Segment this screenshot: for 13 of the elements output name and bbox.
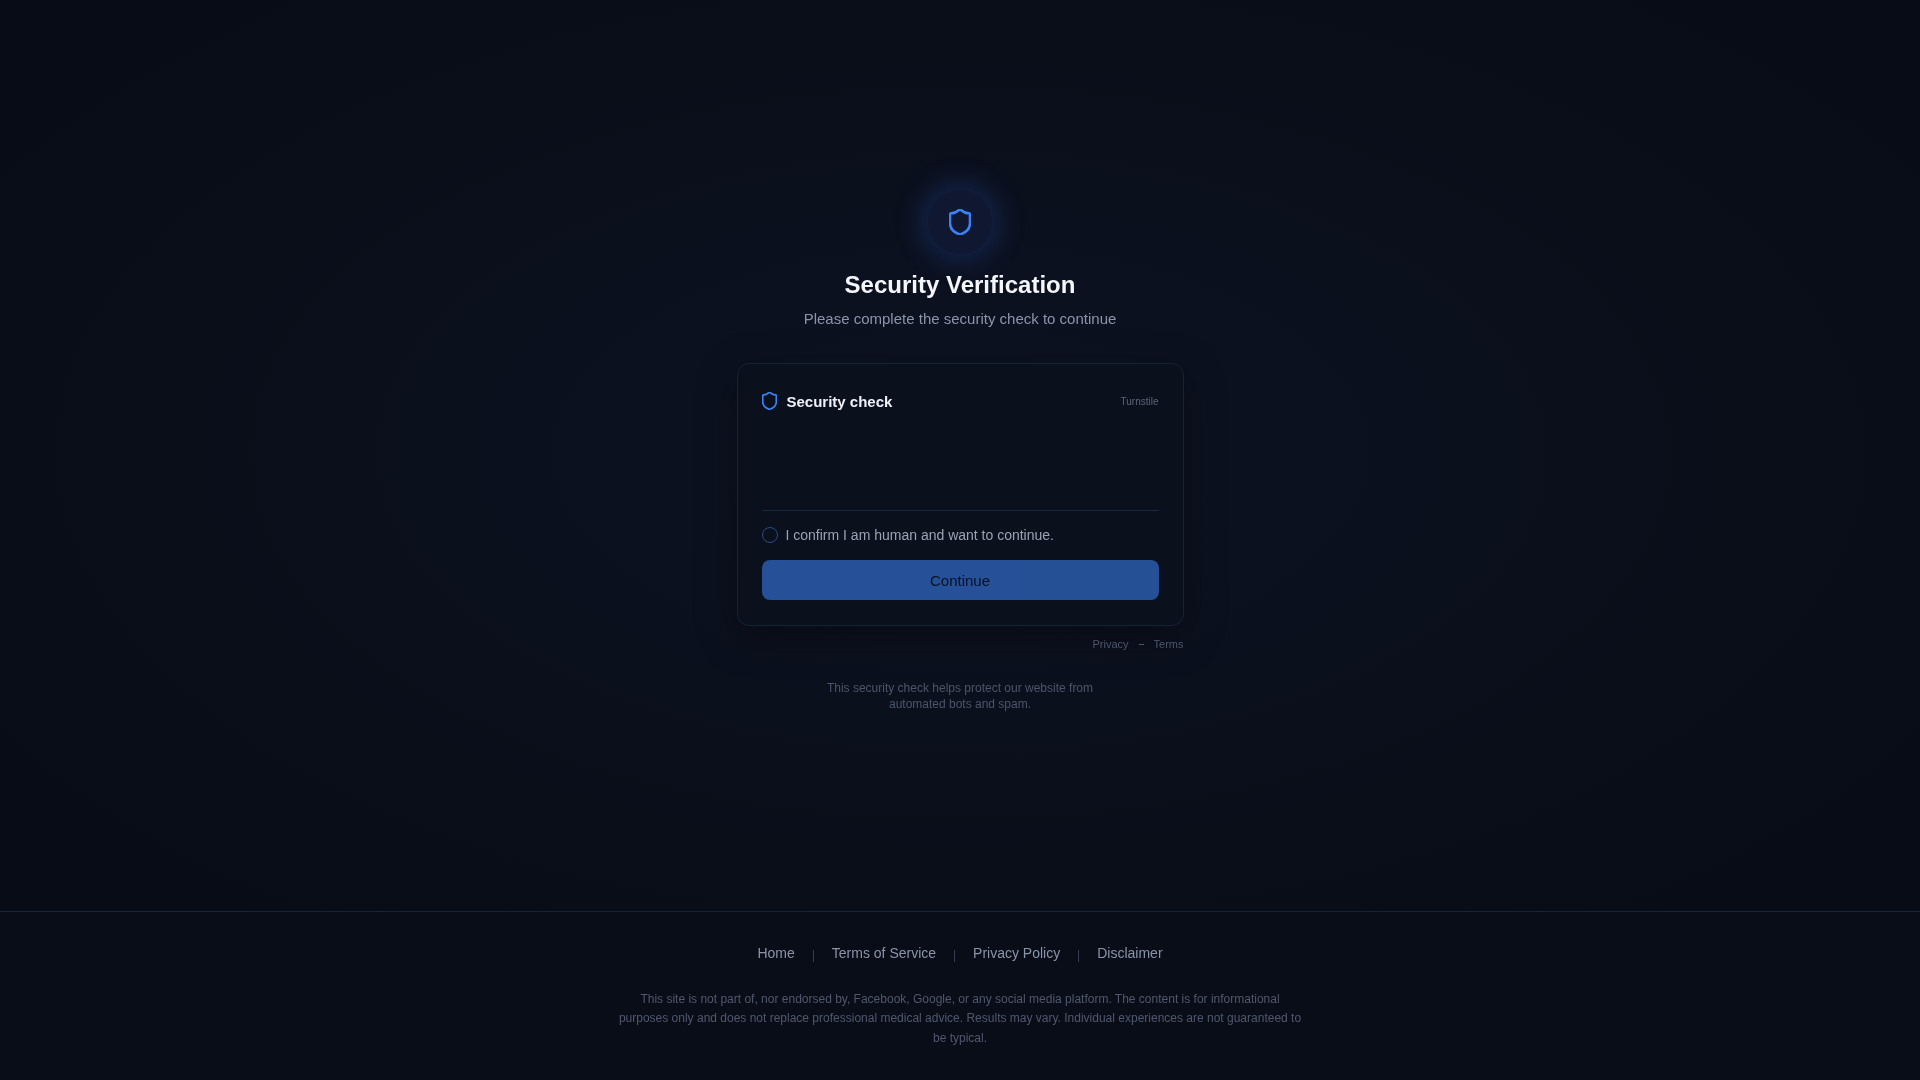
footer-link[interactable]: Privacy Policy bbox=[973, 944, 1061, 961]
footer-link[interactable]: Home bbox=[757, 944, 795, 961]
confirm-label: I confirm I am human and want to continue. bbox=[785, 527, 1054, 543]
footer-link[interactable]: Terms of Service bbox=[831, 944, 937, 961]
footer-link[interactable]: Disclaimer bbox=[1097, 944, 1163, 961]
card-title: Security check bbox=[786, 392, 893, 410]
shield-icon bbox=[761, 392, 777, 410]
provider-label: Turnstile bbox=[1120, 395, 1159, 407]
shield-icon bbox=[928, 190, 992, 254]
footer-disclaimer: This site is not part of, nor endorsed by, Facebook, Google, or any social media platform. The content is for informational purposes only and does not replace professional medical advice. Results may vary. Individual experiences are not guaranteed to be typical. bbox=[617, 990, 1303, 1047]
page-title: Security Verification bbox=[844, 270, 1076, 300]
info-note: This security check helps protect our website from automated bots and spam. bbox=[825, 680, 1095, 712]
page-subtitle: Please complete the security check to continue bbox=[803, 309, 1117, 329]
